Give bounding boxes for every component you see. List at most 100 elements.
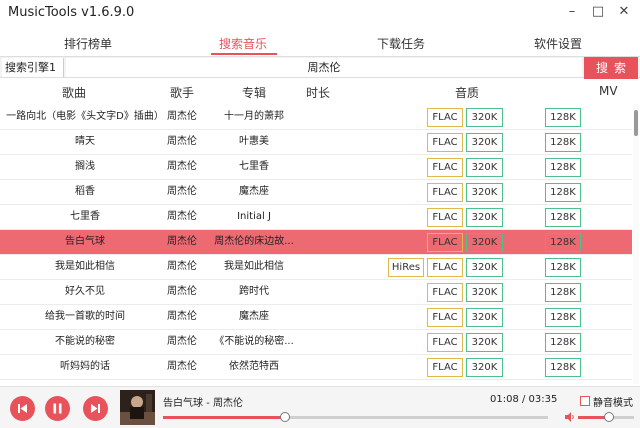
search-button[interactable]: 搜索 (584, 57, 638, 79)
flac-download-button[interactable]: FLAC (427, 133, 463, 152)
progress-handle[interactable] (279, 412, 290, 422)
flac-download-button[interactable]: FLAC (427, 158, 463, 177)
128k-download-button[interactable]: 128K (545, 158, 581, 177)
128k-download-button[interactable]: 128K (545, 233, 581, 252)
singer-name: 周杰伦 (167, 111, 197, 122)
table-row[interactable]: 七里香 周杰伦 Initial J FLAC 320K 128K (0, 205, 632, 230)
scrollbar-thumb[interactable] (634, 110, 638, 136)
320k-download-button[interactable]: 320K (466, 308, 503, 327)
flac-download-button[interactable]: FLAC (427, 183, 463, 202)
album-name: 《不能说的秘密... (214, 336, 294, 347)
close-button[interactable]: ✕ (616, 3, 632, 21)
album-name: 依然范特西 (229, 361, 279, 372)
flac-download-button[interactable]: FLAC (427, 258, 463, 277)
album-name: 我是如此相信 (224, 261, 284, 272)
search-input[interactable]: 周杰伦 (66, 58, 582, 77)
pause-icon (53, 403, 62, 414)
song-title: 晴天 (75, 136, 95, 147)
128k-download-button[interactable]: 128K (545, 358, 581, 377)
album-name: 十一月的萧邦 (224, 111, 284, 122)
mute-checkbox[interactable] (580, 396, 590, 406)
next-icon (91, 404, 100, 413)
128k-download-button[interactable]: 128K (545, 258, 581, 277)
tab-charts[interactable]: 排行榜单 (43, 35, 133, 52)
table-row[interactable]: 好久不见 周杰伦 跨时代 FLAC 320K 128K (0, 280, 632, 305)
title-bar: MusicTools v1.6.9.0 – □ ✕ (0, 0, 640, 26)
song-list: 一路向北（电影《头文字D》插曲） 周杰伦 十一月的萧邦 FLAC 320K 128K 晴天周… (0, 105, 632, 385)
previous-icon (18, 404, 27, 413)
speaker-icon[interactable] (564, 411, 576, 423)
now-playing-title: 告白气球 - 周杰伦 (163, 398, 243, 409)
search-engine-select[interactable]: 搜索引擎1 (2, 58, 64, 77)
song-title: 给我一首歌的时间 (45, 311, 125, 322)
320k-download-button[interactable]: 320K (466, 133, 503, 152)
singer-name: 周杰伦 (167, 286, 197, 297)
next-button[interactable] (83, 396, 108, 421)
album-name: 跨时代 (239, 286, 269, 297)
320k-download-button[interactable]: 320K (466, 283, 503, 302)
320k-download-button[interactable]: 320K (466, 258, 503, 277)
320k-download-button[interactable]: 320K (466, 233, 503, 252)
flac-download-button[interactable]: FLAC (427, 108, 463, 127)
128k-download-button[interactable]: 128K (545, 108, 581, 127)
table-row[interactable]: 给我一首歌的时间 周杰伦 魔杰座 FLAC 320K 128K (0, 305, 632, 330)
song-title: 稻香 (75, 186, 95, 197)
tab-downloads[interactable]: 下载任务 (356, 35, 446, 52)
flac-download-button[interactable]: FLAC (427, 308, 463, 327)
album-name: 叶惠美 (239, 136, 269, 147)
flac-download-button[interactable]: FLAC (427, 233, 463, 252)
128k-download-button[interactable]: 128K (545, 183, 581, 202)
table-row[interactable]: 听妈妈的话 周杰伦 依然范特西 FLAC 320K 128K (0, 355, 632, 380)
table-row[interactable]: 一路向北（电影《头文字D》插曲） 周杰伦 十一月的萧邦 FLAC 320K 128K (0, 105, 632, 130)
album-name: 七里香 (239, 161, 269, 172)
table-row[interactable]: 晴天 周杰伦 叶惠美 FLAC 320K 128K (0, 130, 632, 155)
album-name: 周杰伦的床边故... (214, 236, 294, 247)
singer-name: 周杰伦 (167, 161, 197, 172)
album-cover-image (120, 390, 155, 425)
singer-name: 周杰伦 (167, 236, 197, 247)
table-row-selected[interactable]: 告白气球 周杰伦 周杰伦的床边故... FLAC 320K 128K (0, 230, 632, 255)
table-row[interactable]: 搁浅 周杰伦 七里香 FLAC 320K 128K (0, 155, 632, 180)
table-row[interactable]: 不能说的秘密 周杰伦 《不能说的秘密... FLAC 320K 128K (0, 330, 632, 355)
hires-download-button[interactable]: HiRes (388, 258, 424, 277)
128k-download-button[interactable]: 128K (545, 333, 581, 352)
flac-download-button[interactable]: FLAC (427, 208, 463, 227)
active-tab-indicator (211, 53, 277, 55)
header-singer: 歌手 (170, 86, 195, 100)
128k-download-button[interactable]: 128K (545, 283, 581, 302)
320k-download-button[interactable]: 320K (466, 158, 503, 177)
flac-download-button[interactable]: FLAC (427, 283, 463, 302)
maximize-button[interactable]: □ (590, 3, 606, 21)
tab-search-music[interactable]: 搜索音乐 (198, 35, 288, 52)
320k-download-button[interactable]: 320K (466, 208, 503, 227)
320k-download-button[interactable]: 320K (466, 183, 503, 202)
table-row[interactable]: 我是如此相信 周杰伦 我是如此相信 HiRes FLAC 320K 128K (0, 255, 632, 280)
320k-download-button[interactable]: 320K (466, 358, 503, 377)
header-quality: 音质 (455, 86, 480, 100)
volume-track[interactable] (578, 412, 634, 422)
song-title: 我是如此相信 (55, 261, 115, 272)
flac-download-button[interactable]: FLAC (427, 333, 463, 352)
progress-track[interactable] (163, 412, 548, 422)
singer-name: 周杰伦 (167, 136, 197, 147)
minimize-button[interactable]: – (564, 3, 580, 21)
song-title: 不能说的秘密 (55, 336, 115, 347)
flac-download-button[interactable]: FLAC (427, 358, 463, 377)
128k-download-button[interactable]: 128K (545, 308, 581, 327)
pause-button[interactable] (45, 396, 70, 421)
song-title: 好久不见 (65, 286, 105, 297)
header-song: 歌曲 (62, 86, 87, 100)
128k-download-button[interactable]: 128K (545, 133, 581, 152)
singer-name: 周杰伦 (167, 336, 197, 347)
list-scrollbar[interactable] (633, 104, 639, 384)
tab-settings[interactable]: 软件设置 (513, 35, 603, 52)
header-album: 专辑 (242, 86, 267, 100)
previous-button[interactable] (10, 396, 35, 421)
128k-download-button[interactable]: 128K (545, 208, 581, 227)
table-row[interactable]: 稻香 周杰伦 魔杰座 FLAC 320K 128K (0, 180, 632, 205)
mute-label: 静音模式 (593, 398, 633, 409)
320k-download-button[interactable]: 320K (466, 108, 503, 127)
volume-handle[interactable] (603, 412, 614, 422)
320k-download-button[interactable]: 320K (466, 333, 503, 352)
singer-name: 周杰伦 (167, 361, 197, 372)
